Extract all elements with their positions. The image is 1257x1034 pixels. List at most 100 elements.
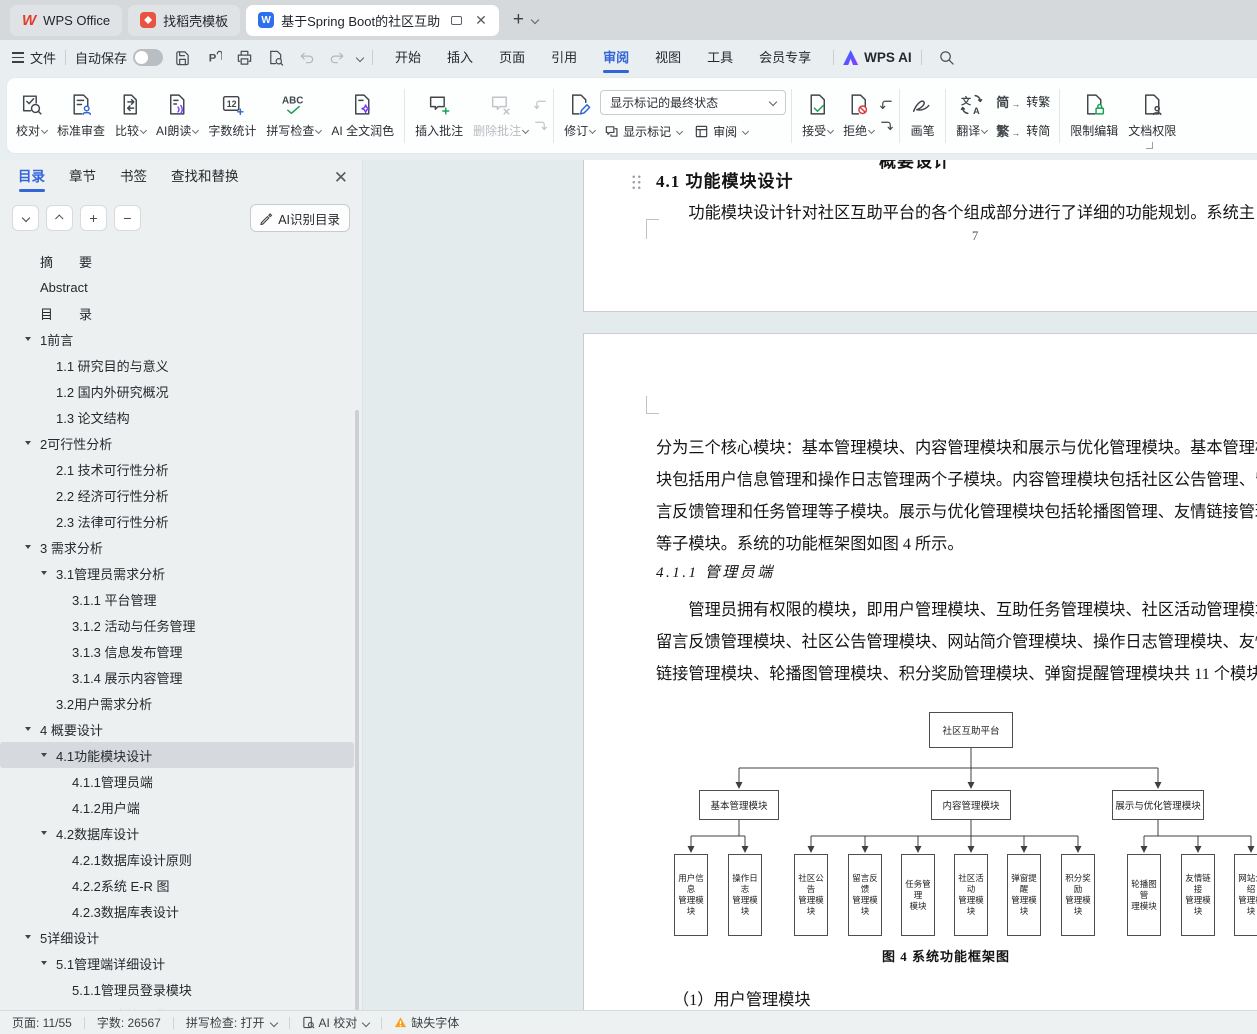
word-count-indicator[interactable]: 字数: 26567 (97, 1014, 161, 1031)
export-pdf-icon[interactable]: P (205, 49, 223, 66)
wps-ai-button[interactable]: WPS AI (843, 50, 912, 65)
toc-item[interactable]: 1前言 (0, 326, 354, 352)
expand-arrow-icon[interactable] (41, 753, 47, 757)
toc-item[interactable]: 5.1.1管理员登录模块 (0, 976, 354, 1002)
toc-item[interactable]: 2可行性分析 (0, 430, 354, 456)
toc-item[interactable]: 3.1.2 活动与任务管理 (0, 612, 354, 638)
hamburger-menu-icon[interactable] (12, 52, 24, 63)
new-tab-button[interactable]: + (513, 9, 524, 31)
close-tab-icon[interactable]: ✕ (475, 12, 487, 29)
toc-item[interactable]: 4.2数据库设计 (0, 820, 354, 846)
translate-button[interactable]: 文A 翻译 (951, 82, 992, 150)
menu-tools[interactable]: 工具 (694, 40, 746, 75)
sidebar-tab-contents[interactable]: 目录 (18, 160, 45, 195)
toc-item[interactable]: 2.1 技术可行性分析 (0, 456, 354, 482)
toc-item[interactable]: 5.1管理端详细设计 (0, 950, 354, 976)
document-canvas[interactable]: 概要设计 4.1 功能模块设计 功能模块设计针对社区互助平台的各个组成部分进行了… (363, 160, 1257, 1010)
close-sidebar-icon[interactable]: ✕ (334, 168, 348, 188)
sidebar-tab-bookmarks[interactable]: 书签 (120, 160, 147, 195)
menu-page[interactable]: 页面 (486, 40, 538, 75)
previous-change-icon[interactable] (879, 98, 894, 113)
show-markup-button[interactable]: 显示标记 (600, 121, 686, 142)
markup-state-dropdown[interactable]: 显示标记的最终状态 (600, 89, 787, 115)
insert-comment-button[interactable]: 插入批注 (410, 82, 468, 150)
delete-comment-button[interactable]: 删除批注 (468, 82, 533, 150)
missing-font-warning[interactable]: 缺失字体 (394, 1014, 459, 1031)
menu-reference[interactable]: 引用 (538, 40, 590, 75)
toc-item[interactable]: 2.3 法律可行性分析 (0, 508, 354, 534)
detach-window-icon[interactable] (451, 15, 463, 25)
toc-item[interactable]: 目 录 (0, 300, 354, 326)
document-page-8[interactable]: 分为三个核心模块：基本管理模块、内容管理模块和展示与优化管理模块。基本管理模 块… (583, 333, 1257, 1010)
file-menu[interactable]: 文件 (30, 48, 56, 67)
spell-check-status[interactable]: 拼写检查: 打开 (186, 1014, 278, 1031)
autosave-toggle[interactable] (133, 49, 164, 66)
menu-membership[interactable]: 会员专享 (746, 40, 824, 75)
expand-arrow-icon[interactable] (41, 831, 47, 835)
sidebar-scrollbar[interactable] (355, 410, 359, 1010)
search-icon[interactable] (938, 49, 955, 66)
collapse-all-button[interactable] (46, 205, 73, 231)
toc-item[interactable]: 摘 要 (0, 248, 354, 274)
toc-item[interactable]: 4.2.3数据库表设计 (0, 898, 354, 924)
page-indicator[interactable]: 页面: 11/55 (12, 1014, 72, 1031)
traditional-to-simplified-button[interactable]: 繁 → 转简 (992, 119, 1054, 142)
compare-button[interactable]: 比较 (110, 82, 151, 150)
toc-item[interactable]: 3.1.4 展示内容管理 (0, 664, 354, 690)
undo-icon[interactable] (298, 49, 315, 66)
toc-item[interactable]: 4.1.1管理员端 (0, 768, 354, 794)
track-changes-button[interactable]: 修订 (559, 82, 600, 150)
toc-item[interactable]: 1.1 研究目的与意义 (0, 352, 354, 378)
tab-current-document[interactable]: W 基于Spring Boot的社区互助 ✕ (246, 4, 499, 36)
document-page-7[interactable]: 概要设计 4.1 功能模块设计 功能模块设计针对社区互助平台的各个组成部分进行了… (583, 160, 1257, 312)
toc-item[interactable]: 1.2 国内外研究概况 (0, 378, 354, 404)
tab-wps-office[interactable]: W WPS Office (10, 4, 123, 36)
print-preview-icon[interactable] (267, 49, 284, 66)
toc-item[interactable]: 3 需求分析 (0, 534, 354, 560)
expand-arrow-icon[interactable] (25, 935, 31, 939)
toc-item[interactable]: 4.1.2用户端 (0, 794, 354, 820)
zoom-in-outline-button[interactable]: + (80, 205, 107, 231)
toc-item[interactable]: 1.3 论文结构 (0, 404, 354, 430)
toc-item[interactable]: 4 概要设计 (0, 716, 354, 742)
zoom-out-outline-button[interactable]: − (114, 205, 141, 231)
next-comment-icon[interactable] (533, 119, 548, 134)
previous-comment-icon[interactable] (533, 98, 548, 113)
toc-item[interactable]: 4.2.1数据库设计原则 (0, 846, 354, 872)
toc-item[interactable]: 3.2用户需求分析 (0, 690, 354, 716)
ai-read-aloud-button[interactable]: AI朗读 (151, 82, 203, 150)
expand-arrow-icon[interactable] (41, 961, 47, 965)
document-permission-button[interactable]: 文档权限 (1123, 82, 1181, 150)
toc-item[interactable]: 5.1.2用户管理模块 (0, 1002, 354, 1011)
menu-home[interactable]: 开始 (382, 40, 434, 75)
next-change-icon[interactable] (879, 119, 894, 134)
word-count-button[interactable]: 12 字数统计 (203, 82, 261, 150)
sidebar-tab-find-replace[interactable]: 查找和替换 (171, 160, 239, 195)
reject-changes-button[interactable]: 拒绝 (838, 82, 879, 150)
ai-polish-button[interactable]: AI 全文润色 (326, 82, 399, 150)
tab-docer-templates[interactable]: 找稻壳模板 (128, 4, 241, 36)
toc-item[interactable]: Abstract (0, 274, 354, 300)
review-pane-button[interactable]: 审阅 (690, 121, 752, 142)
menu-insert[interactable]: 插入 (434, 40, 486, 75)
menu-review[interactable]: 审阅 (590, 40, 642, 75)
ai-proofread-status[interactable]: AI 校对 (302, 1014, 371, 1031)
expand-arrow-icon[interactable] (25, 337, 31, 341)
ai-recognize-toc-button[interactable]: AI识别目录 (250, 204, 350, 232)
spell-check-button[interactable]: ABC 拼写检查 (261, 82, 326, 150)
toc-item[interactable]: 3.1管理员需求分析 (0, 560, 354, 586)
ink-brush-button[interactable]: 画笔 (905, 82, 940, 150)
toc-item[interactable]: 2.2 经济可行性分析 (0, 482, 354, 508)
tab-list-chevron-icon[interactable] (530, 15, 540, 25)
paragraph-drag-handle-icon[interactable] (631, 174, 642, 190)
toc-item[interactable]: 4.2.2系统 E-R 图 (0, 872, 354, 898)
expand-all-button[interactable] (12, 205, 39, 231)
toc-item[interactable]: 5详细设计 (0, 924, 354, 950)
expand-arrow-icon[interactable] (25, 727, 31, 731)
save-icon[interactable] (174, 49, 191, 66)
sidebar-tab-chapters[interactable]: 章节 (69, 160, 96, 195)
redo-icon[interactable] (329, 49, 346, 66)
proofread-button[interactable]: 校对 (11, 82, 52, 150)
expand-arrow-icon[interactable] (25, 441, 31, 445)
toc-item[interactable]: 4.1功能模块设计 (0, 742, 354, 768)
